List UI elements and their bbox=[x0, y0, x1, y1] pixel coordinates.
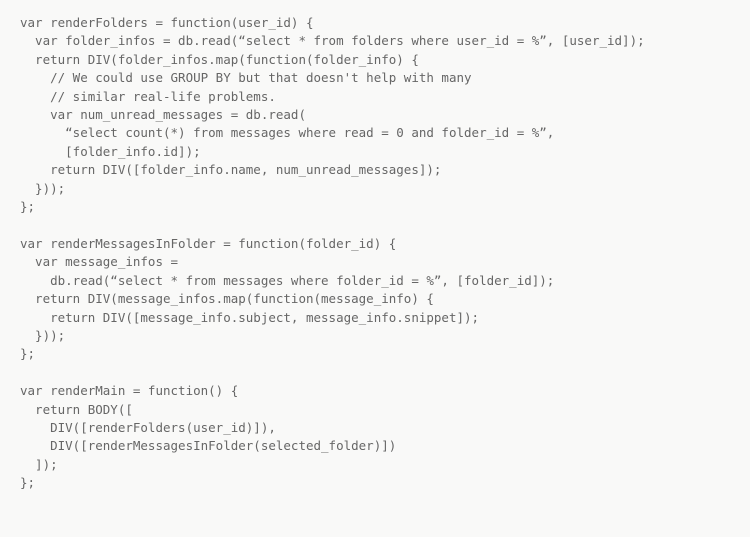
code-block: var renderFolders = function(user_id) { … bbox=[0, 0, 750, 507]
code-content: var renderFolders = function(user_id) { … bbox=[20, 15, 645, 490]
